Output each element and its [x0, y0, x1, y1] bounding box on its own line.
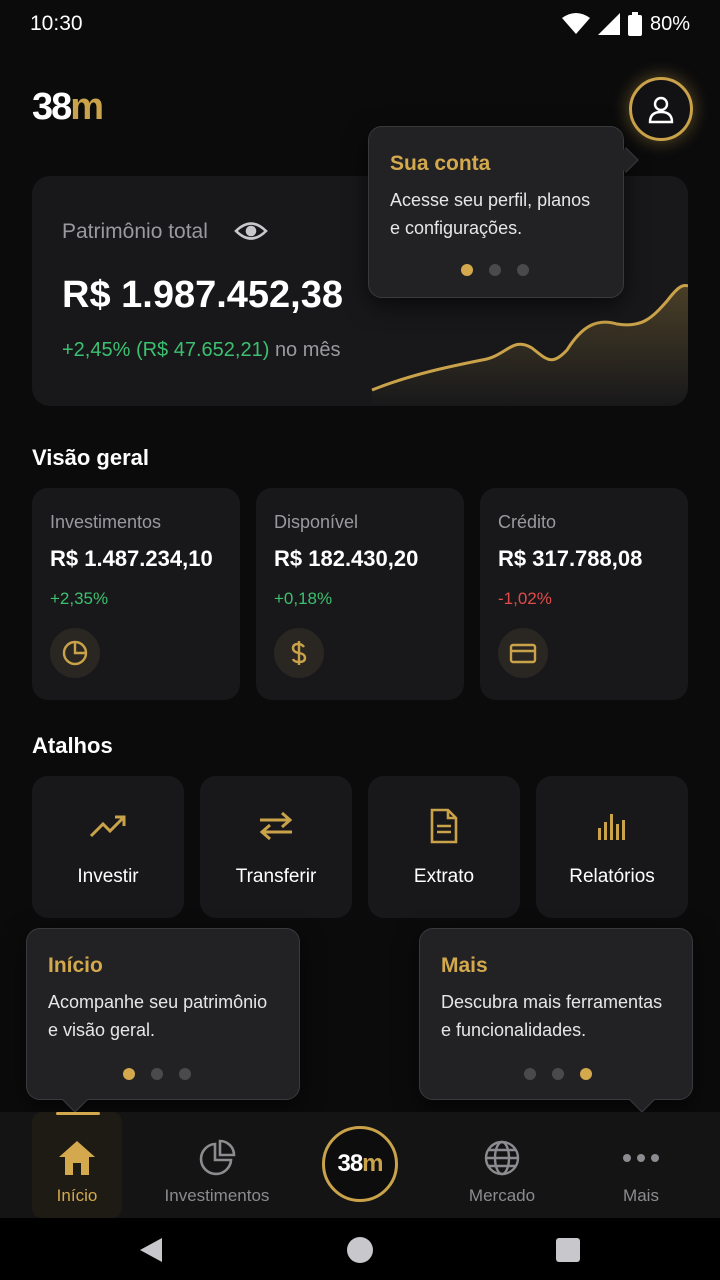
overview-card-available[interactable]: Disponível R$ 182.430,20 +0,18%: [256, 488, 464, 700]
trending-up-icon: [88, 808, 128, 844]
shortcut-transfer[interactable]: Transferir: [200, 776, 352, 918]
home-icon: [57, 1138, 97, 1178]
transfer-icon: [256, 808, 296, 844]
tooltip-arrow: [613, 147, 639, 173]
wealth-value: R$ 1.987.452,38: [62, 274, 344, 316]
overview-card-label: Investimentos: [50, 512, 162, 532]
tooltip-body-line: Acesse seu perfil, planos: [390, 190, 591, 210]
system-nav-bar: [0, 1218, 720, 1280]
overview-card-change: +2,35%: [50, 589, 109, 608]
center-logo-prefix: 38: [337, 1150, 363, 1177]
battery-level: 80%: [649, 12, 690, 35]
home-circle-icon[interactable]: [346, 1236, 374, 1264]
statement-icon: [424, 808, 464, 844]
logo-suffix: m: [70, 86, 104, 128]
profile-button[interactable]: [629, 77, 693, 141]
shortcut-reports[interactable]: Relatórios: [536, 776, 688, 918]
overview-card-value: R$ 182.430,20: [274, 546, 419, 571]
tooltip-body-line: Acompanhe seu patrimônio: [48, 992, 268, 1012]
status-bar: 10:30 80%: [0, 0, 720, 48]
status-time: 10:30: [30, 12, 83, 35]
tooltip-account[interactable]: Sua conta Acesse seu perfil, planos e co…: [368, 126, 639, 298]
tooltip-title: Início: [48, 954, 103, 977]
overview-card-change: +0,18%: [274, 589, 333, 608]
active-indicator: [56, 1112, 100, 1115]
overview-title: Visão geral: [32, 445, 149, 470]
tooltip-pager: [524, 1068, 592, 1080]
eye-icon[interactable]: [234, 218, 268, 244]
tooltip-home[interactable]: Início Acompanhe seu patrimônio e visão …: [26, 928, 300, 1113]
tooltip-body-line: Descubra mais ferramentas: [441, 992, 663, 1012]
pager-dot-active[interactable]: [123, 1068, 135, 1080]
overview-card-value: R$ 317.788,08: [498, 546, 643, 571]
overview-card-change: -1,02%: [498, 589, 552, 608]
tooltip-pager: [461, 264, 529, 276]
pager-dot[interactable]: [179, 1068, 191, 1080]
pager-dot-active[interactable]: [461, 264, 473, 276]
pager-dot[interactable]: [517, 264, 529, 276]
tooltip-arrow: [629, 1087, 655, 1113]
tooltip-title: Mais: [441, 954, 488, 977]
battery-icon: [627, 12, 642, 36]
pie-chart-icon: [197, 1138, 237, 1178]
shortcut-label: Relatórios: [569, 866, 655, 887]
back-icon[interactable]: [138, 1237, 164, 1263]
nav-label: Mais: [623, 1186, 659, 1205]
bar-chart-icon: [592, 808, 632, 844]
pie-chart-icon: [50, 628, 100, 678]
nav-item-market[interactable]: Mercado: [452, 1112, 552, 1218]
shortcut-statement[interactable]: Extrato: [368, 776, 520, 918]
tooltip-title: Sua conta: [390, 152, 491, 175]
wealth-change: +2,45% (R$ 47.652,21) no mês: [62, 339, 341, 362]
nav-label: Início: [56, 1186, 98, 1205]
tooltip-more[interactable]: Mais Descubra mais ferramentas e funcion…: [419, 928, 693, 1113]
dollar-icon: [274, 628, 324, 678]
pager-dot[interactable]: [552, 1068, 564, 1080]
tooltip-body-line: e funcionalidades.: [441, 1020, 587, 1040]
pager-dot-active[interactable]: [580, 1068, 592, 1080]
wealth-label: Patrimônio total: [62, 220, 208, 243]
tooltip-body-line: e configurações.: [390, 218, 523, 238]
status-icons: 80%: [561, 10, 690, 38]
overview-card-label: Disponível: [274, 512, 359, 532]
wealth-change-period: no mês: [274, 339, 341, 361]
shortcut-invest[interactable]: Investir: [32, 776, 184, 918]
user-icon: [648, 96, 674, 124]
pager-dot[interactable]: [524, 1068, 536, 1080]
pager-dot[interactable]: [151, 1068, 163, 1080]
nav-item-more[interactable]: Mais: [596, 1112, 686, 1218]
overview-card-label: Crédito: [498, 512, 557, 532]
globe-icon: [482, 1138, 522, 1178]
pager-dot[interactable]: [489, 264, 501, 276]
overview-card-value: R$ 1.487.234,10: [50, 546, 213, 571]
tooltip-body: Acesse seu perfil, planos e configuraçõe…: [390, 186, 590, 242]
center-action-button[interactable]: 38 m: [322, 1126, 398, 1202]
tooltip-body: Acompanhe seu patrimônio e visão geral.: [48, 988, 267, 1044]
overview-card-investments[interactable]: Investimentos R$ 1.487.234,10 +2,35%: [32, 488, 240, 700]
tooltip-arrow: [62, 1087, 88, 1113]
nav-label: Mercado: [468, 1186, 536, 1205]
logo-prefix: 38: [32, 86, 72, 128]
tooltip-pager: [123, 1068, 191, 1080]
shortcut-label: Extrato: [413, 866, 475, 887]
nav-item-investments[interactable]: Investimentos: [152, 1112, 282, 1218]
tooltip-body-line: e visão geral.: [48, 1020, 156, 1040]
center-logo-suffix: m: [362, 1150, 383, 1177]
shortcut-label: Transferir: [235, 866, 317, 887]
wealth-change-value: +2,45% (R$ 47.652,21): [62, 339, 270, 361]
wifi-icon: [561, 13, 590, 34]
app-logo: 38m: [32, 86, 104, 129]
nav-item-home[interactable]: Início: [32, 1112, 122, 1218]
shortcut-label: Investir: [77, 866, 139, 887]
more-icon: [621, 1138, 661, 1178]
nav-label: Investimentos: [164, 1186, 270, 1205]
tooltip-body: Descubra mais ferramentas e funcionalida…: [441, 988, 662, 1044]
credit-card-icon: [498, 628, 548, 678]
recents-icon[interactable]: [555, 1237, 581, 1263]
signal-icon: [597, 13, 620, 35]
overview-card-credit[interactable]: Crédito R$ 317.788,08 -1,02%: [480, 488, 688, 700]
shortcuts-title: Atalhos: [32, 733, 113, 758]
